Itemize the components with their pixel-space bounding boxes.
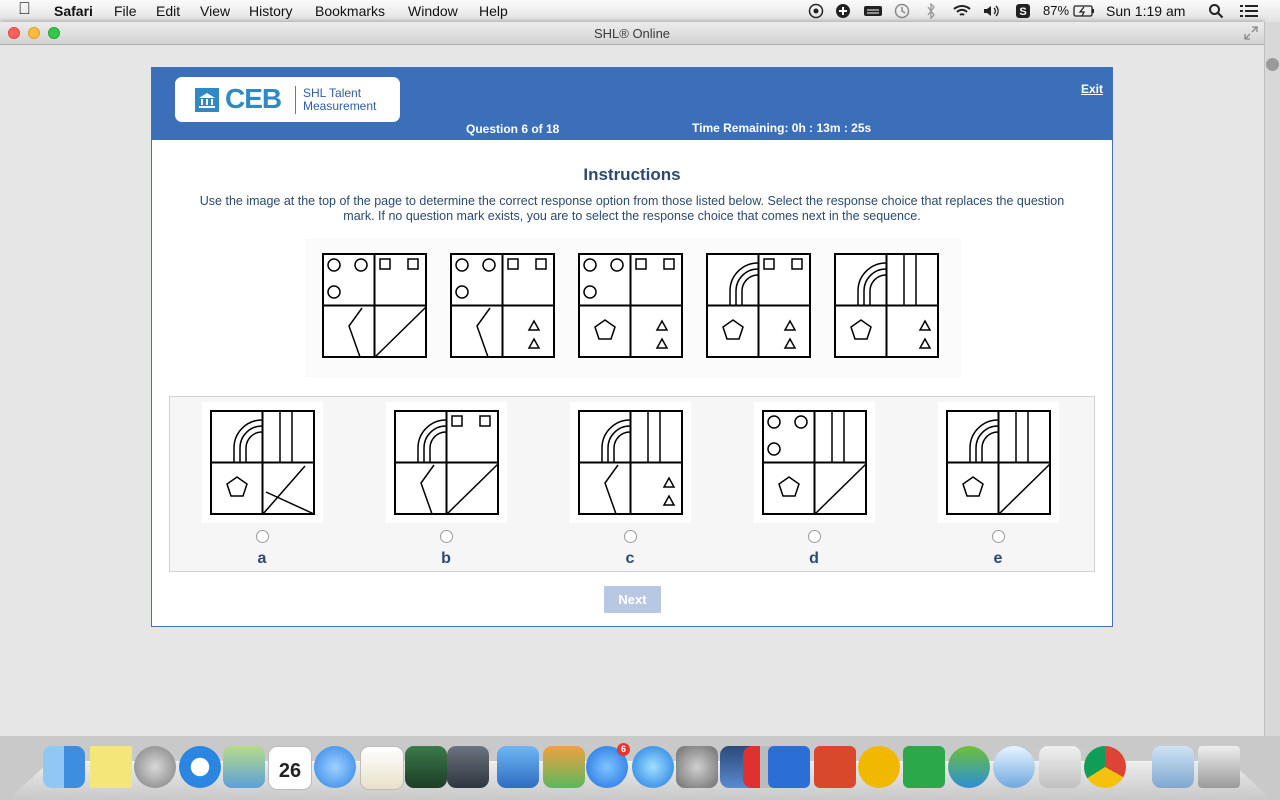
- ceb-shl-logo: CEB SHL Talent Measurement: [175, 77, 400, 122]
- excel-icon[interactable]: [903, 746, 945, 788]
- sequence-figure-4: [706, 253, 811, 358]
- contacts-icon[interactable]: [1039, 746, 1081, 788]
- window-titlebar[interactable]: SHL® Online: [0, 22, 1264, 45]
- menu-clock[interactable]: Sun 1:19 am: [1106, 2, 1185, 20]
- window-title: SHL® Online: [593, 26, 671, 41]
- logo-ceb-text: CEB: [225, 83, 282, 114]
- finder-icon[interactable]: [43, 746, 85, 788]
- option-e-label[interactable]: e: [983, 550, 1013, 568]
- spotlight-search-icon[interactable]: [1207, 3, 1225, 18]
- sequence-figure-2: [450, 253, 555, 358]
- instructions-title: Instructions: [583, 165, 681, 184]
- menu-history[interactable]: History: [249, 2, 293, 20]
- instructions-text: Use the image at the top of the page to …: [199, 194, 1065, 223]
- question-sequence-image: [305, 239, 961, 377]
- outlook-icon[interactable]: [858, 746, 900, 788]
- scroll-down-icon[interactable]: [1266, 58, 1279, 71]
- calendar-day: 26: [278, 760, 302, 782]
- messages-icon[interactable]: [314, 746, 356, 788]
- itunes-icon[interactable]: [632, 746, 674, 788]
- answer-options: a b c d e: [169, 396, 1095, 572]
- menu-window[interactable]: Window: [408, 2, 458, 20]
- sequence-figure-1: [322, 253, 427, 358]
- preview-2-icon[interactable]: [993, 746, 1035, 788]
- trash-icon[interactable]: [1198, 746, 1240, 788]
- exit-link[interactable]: Exit: [1081, 82, 1103, 96]
- option-d-figure: [762, 410, 867, 515]
- preview-icon[interactable]: [223, 746, 265, 788]
- sequence-figure-5: [834, 253, 939, 358]
- facetime-icon[interactable]: [447, 746, 489, 788]
- notification-center-icon[interactable]: [1238, 3, 1260, 18]
- menu-bookmarks[interactable]: Bookmarks: [315, 2, 385, 20]
- menu-bar:  Safari File Edit View History Bookmark…: [0, 0, 1280, 23]
- safari-icon[interactable]: [179, 746, 221, 788]
- keynote-icon[interactable]: [497, 746, 539, 788]
- numbers-icon[interactable]: [543, 746, 585, 788]
- page-header: CEB SHL Talent Measurement Exit Question…: [152, 68, 1112, 140]
- option-c-figure: [578, 410, 683, 515]
- next-button[interactable]: Next: [604, 586, 661, 613]
- question-counter: Question 6 of 18: [466, 122, 560, 136]
- svg-text:S: S: [1019, 6, 1026, 18]
- downloads-icon[interactable]: [1152, 746, 1194, 788]
- background-window-edge: [1264, 22, 1280, 736]
- calendar-icon[interactable]: 26: [268, 746, 312, 790]
- iphoto-icon[interactable]: [405, 746, 447, 788]
- menu-view[interactable]: View: [200, 2, 230, 20]
- option-c-image[interactable]: [570, 402, 691, 523]
- status-app-icon[interactable]: [807, 3, 825, 18]
- option-b-image[interactable]: [386, 402, 507, 523]
- logo-subtitle: SHL Talent Measurement: [303, 86, 377, 113]
- system-preferences-icon[interactable]: [676, 746, 718, 788]
- add-status-icon[interactable]: [834, 3, 852, 18]
- apple-menu-icon[interactable]: : [18, 0, 31, 18]
- skype-icon[interactable]: S: [1014, 3, 1032, 18]
- browser-window: SHL® Online CEB SHL Talent Measurement E…: [0, 22, 1264, 736]
- battery-icon[interactable]: [1072, 3, 1096, 18]
- logo-divider: [295, 86, 296, 114]
- assessment-page: CEB SHL Talent Measurement Exit Question…: [151, 67, 1113, 627]
- sequence-figure-3: [578, 253, 683, 358]
- option-d-label[interactable]: d: [799, 550, 829, 568]
- option-a-image[interactable]: [202, 402, 323, 523]
- option-c-radio[interactable]: [624, 530, 637, 543]
- notes-icon[interactable]: [90, 746, 132, 788]
- textedit-icon[interactable]: [360, 746, 404, 790]
- option-e-radio[interactable]: [992, 530, 1005, 543]
- option-b-label[interactable]: b: [431, 550, 461, 568]
- bank-icon: [195, 88, 219, 112]
- option-d-image[interactable]: [754, 402, 875, 523]
- wifi-icon[interactable]: [951, 3, 973, 18]
- powerpoint-icon[interactable]: [814, 746, 856, 788]
- option-e-image[interactable]: [938, 402, 1059, 523]
- option-a-figure: [210, 410, 315, 515]
- time-machine-icon[interactable]: [893, 3, 911, 18]
- keyboard-status-icon[interactable]: [862, 3, 884, 18]
- word-icon[interactable]: [768, 746, 810, 788]
- launchpad-icon[interactable]: [134, 746, 176, 788]
- menu-help[interactable]: Help: [479, 2, 508, 20]
- option-b-radio[interactable]: [440, 530, 453, 543]
- option-b-figure: [394, 410, 499, 515]
- option-a-radio[interactable]: [256, 530, 269, 543]
- volume-icon[interactable]: [982, 3, 1000, 18]
- menu-file[interactable]: File: [114, 2, 137, 20]
- option-d-radio[interactable]: [808, 530, 821, 543]
- battery-percent: 87%: [1043, 3, 1070, 18]
- option-a-label[interactable]: a: [247, 550, 277, 568]
- time-remaining: Time Remaining: 0h : 13m : 25s: [692, 121, 872, 135]
- option-c-label[interactable]: c: [615, 550, 645, 568]
- fullscreen-icon[interactable]: [1244, 26, 1258, 40]
- chrome-icon[interactable]: [1084, 746, 1126, 788]
- bluetooth-icon[interactable]: [925, 2, 937, 19]
- option-e-figure: [946, 410, 1051, 515]
- app-store-badge: 6: [617, 743, 630, 756]
- messenger-icon[interactable]: [948, 746, 990, 788]
- menu-app-name[interactable]: Safari: [54, 2, 93, 20]
- menu-edit[interactable]: Edit: [156, 2, 180, 20]
- app-store-icon[interactable]: 6: [586, 743, 630, 788]
